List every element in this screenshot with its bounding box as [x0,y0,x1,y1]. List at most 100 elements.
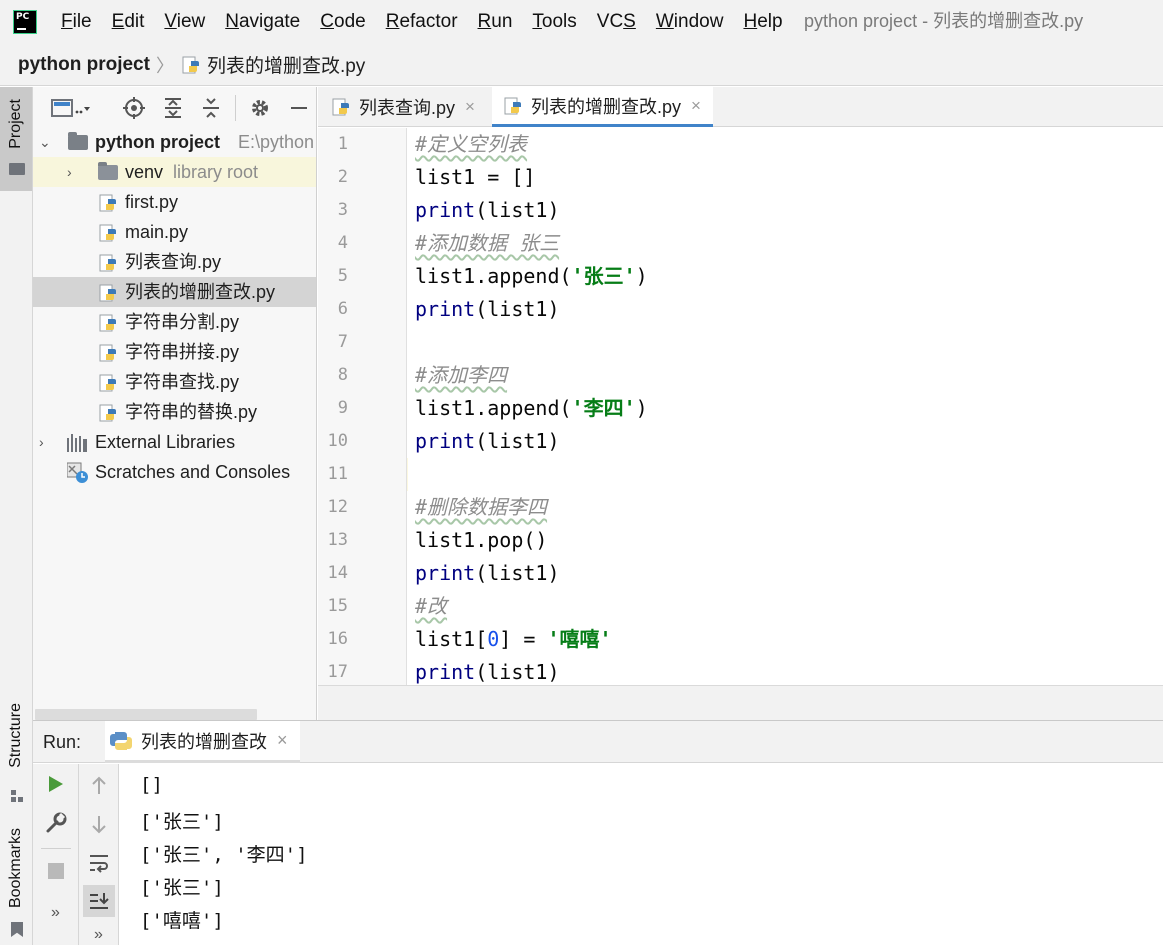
scroll-down-button[interactable] [79,814,118,834]
tree-item-venv[interactable]: › venv library root [33,157,316,187]
tree-item-file[interactable]: main.py [33,217,316,247]
code-line: print(list1) [415,194,560,227]
code-token: print [415,429,476,453]
menu-view[interactable]: View [154,0,215,44]
panel-view-icon [51,99,90,117]
double-chevron-icon: » [51,904,60,921]
toolbar-divider [41,848,71,849]
menu-run[interactable]: Run [468,0,523,44]
line-number: 16 [327,629,348,649]
chevron-down-icon: ⌄ [39,134,51,150]
file-label: 字符串拼接.py [125,342,240,362]
menu-vcs[interactable]: VCS [587,0,646,44]
menu-label: ile [72,11,92,32]
code-token: (list1) [475,561,560,585]
tab-list-crud[interactable]: 列表的增删查改.py × [492,87,713,127]
view-selector-button[interactable] [51,96,91,120]
scroll-to-end-button[interactable] [79,884,118,918]
tree-item-file[interactable]: 字符串查找.py [33,367,316,397]
locate-file-button[interactable] [122,96,146,120]
code-token: #定义空列表 [415,132,528,156]
run-panel-header: Run: 列表的增删查改 × [33,720,1163,763]
project-tool-button[interactable]: Project [0,87,32,191]
menu-mnemonic: V [164,11,177,32]
menu-edit[interactable]: Edit [102,0,155,44]
minimize-icon [291,107,307,109]
menu-label: VC [596,11,624,32]
folder-icon [9,163,25,175]
code-token: ) [635,264,648,288]
toolbar-divider [235,95,236,121]
soft-wrap-button[interactable] [79,852,118,874]
tree-item-scratches[interactable]: Scratches and Consoles [33,457,316,487]
tree-item-file[interactable]: 字符串的替换.py [33,397,316,427]
console-output[interactable]: [] ['张三'] ['张三', '李四'] ['张三'] ['嘻嘻'] [120,764,1163,945]
line-number: 1 [337,134,348,154]
run-label: Run: [43,732,82,752]
tree-item-file[interactable]: 列表的增删查改.py [33,277,316,307]
close-icon[interactable]: × [277,730,288,751]
line-number: 5 [337,266,348,286]
scroll-up-button[interactable] [79,776,118,796]
arrow-down-icon [91,816,106,834]
run-tab[interactable]: 列表的增删查改 × [105,721,300,763]
line-number: 15 [327,596,348,616]
collapse-all-button[interactable] [199,96,223,120]
menu-file[interactable]: File [51,0,102,44]
menu-mnemonic: R [385,11,400,32]
menu-code[interactable]: Code [310,0,375,44]
close-icon[interactable]: × [691,96,701,116]
menu-refactor[interactable]: Refactor [376,0,468,44]
code-token: list1.append( [415,264,572,288]
collapse-all-icon [203,98,219,118]
breadcrumb: python project 〉 列表的增删查改.py [0,44,1163,86]
expand-all-button[interactable] [161,96,185,120]
edit-configuration-button[interactable] [33,812,78,834]
close-icon[interactable]: × [465,97,475,117]
settings-button[interactable] [248,96,272,120]
code-line: print(list1) [415,656,560,685]
menu-mnemonic: R [477,11,492,32]
python-file-icon [99,194,116,212]
double-chevron-icon: » [94,926,103,943]
menu-label: indow [673,11,724,32]
scroll-to-end-toggle [82,885,115,917]
console-line: ['张三'] [140,811,224,833]
breadcrumb-file[interactable]: 列表的增删查改.py [207,51,365,78]
more-actions-button[interactable]: » [33,904,78,922]
stop-button[interactable] [33,862,78,880]
tree-item-project-root[interactable]: ⌄ python project E:\python [33,127,316,157]
menu-mnemonic: F [61,11,73,32]
hide-panel-button[interactable] [287,96,311,120]
code-token: '张三' [571,264,636,288]
line-number: 2 [337,167,348,187]
code-editor[interactable]: #定义空列表 list1 = [] print(list1) #添加数据 张三 list… [408,128,1163,685]
tree-item-external-libraries[interactable]: › External Libraries [33,427,316,457]
menu-tools[interactable]: Tools [522,0,586,44]
tree-item-file[interactable]: 字符串分割.py [33,307,316,337]
code-token: #删除数据李四 [415,495,548,519]
menu-navigate[interactable]: Navigate [215,0,310,44]
structure-tool-button[interactable]: Structure [0,697,32,807]
tab-list-query[interactable]: 列表查询.py × [332,87,475,127]
console-line: ['嘻嘻'] [140,910,224,932]
horizontal-scrollbar[interactable] [35,709,257,720]
menu-mnemonic: S [623,11,636,32]
menu-help[interactable]: Help [733,0,792,44]
more-actions-button[interactable]: » [79,926,118,944]
code-token: print [415,198,476,222]
breadcrumb-project[interactable]: python project [18,54,150,76]
tree-item-file[interactable]: 列表查询.py [33,247,316,277]
tree-item-file[interactable]: first.py [33,187,316,217]
menu-window[interactable]: Window [646,0,734,44]
code-line: list1.pop() [415,524,547,557]
project-root-path: E:\python [238,132,315,152]
folder-icon [68,132,88,150]
bookmarks-tool-button[interactable]: Bookmarks [0,822,32,942]
tree-item-file[interactable]: 字符串拼接.py [33,337,316,367]
project-toolbar [33,87,316,129]
code-line: list1 = [] [415,161,535,194]
file-label: first.py [125,192,179,212]
rerun-button[interactable] [33,774,78,794]
menu-mnemonic: H [743,11,758,32]
